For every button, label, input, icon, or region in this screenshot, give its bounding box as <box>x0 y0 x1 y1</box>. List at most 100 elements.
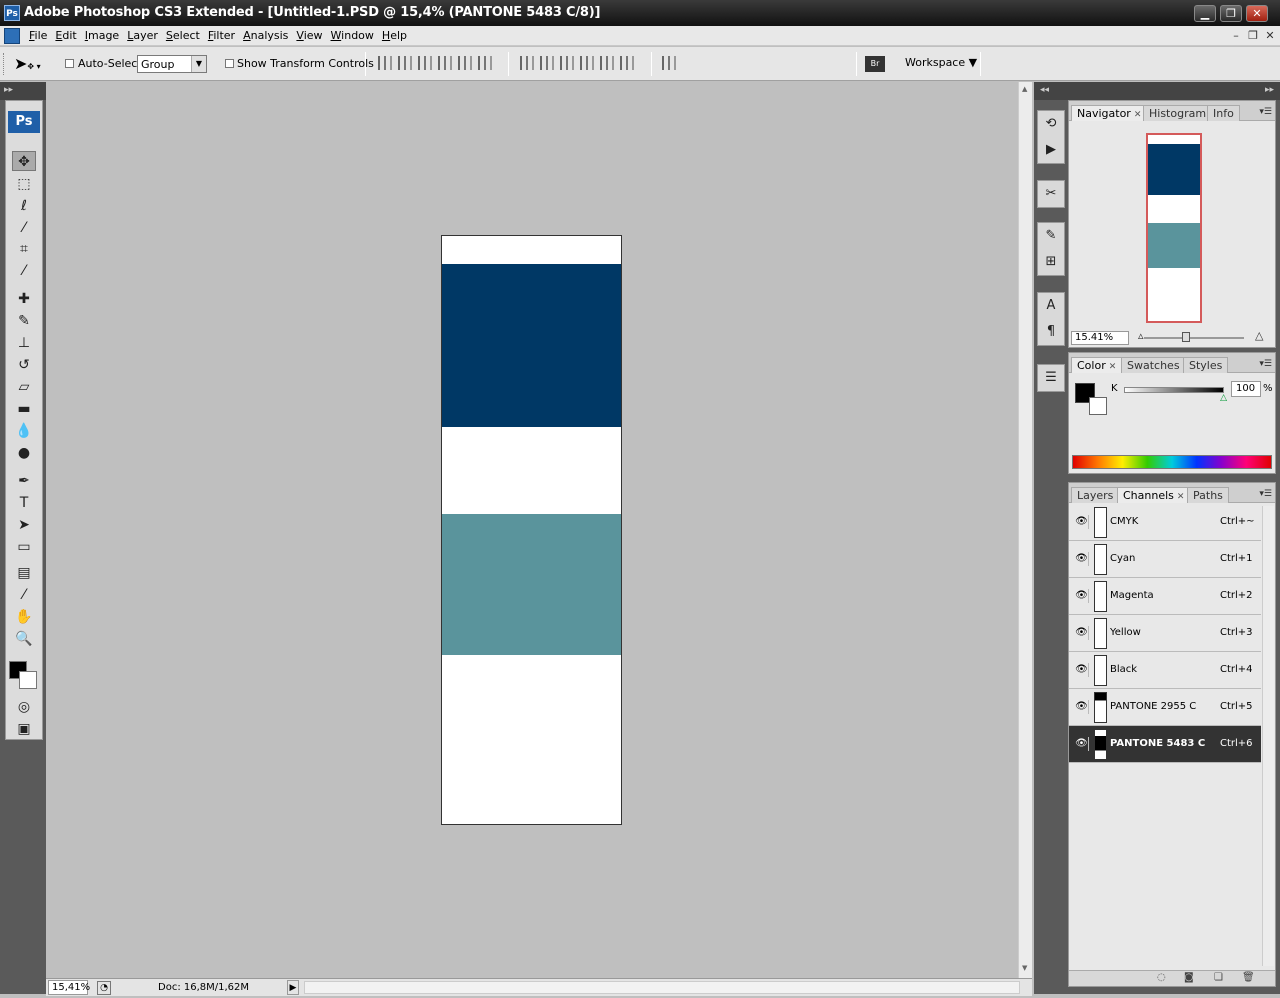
options-grip[interactable] <box>3 53 7 75</box>
character-icon[interactable]: A <box>1038 293 1064 319</box>
menu-select[interactable]: Select <box>162 29 204 42</box>
distribute-left-icon[interactable] <box>580 56 594 70</box>
tab-paths[interactable]: Paths <box>1187 487 1229 503</box>
dock-header[interactable]: ▸▸ <box>1066 82 1280 100</box>
navigator-zoom-field[interactable]: 15.41% <box>1071 331 1129 345</box>
healing-brush-tool-icon[interactable]: ✚ <box>12 289 36 309</box>
workspace-button[interactable]: Workspace ▼ <box>905 56 977 69</box>
screen-mode-icon[interactable]: ▣ <box>12 719 36 739</box>
menu-window[interactable]: Window <box>327 29 378 42</box>
quick-mask-icon[interactable]: ◎ <box>12 697 36 717</box>
history-icon[interactable]: ⟲ <box>1038 111 1064 137</box>
panel-menu-icon[interactable]: ▾☰ <box>1259 107 1272 117</box>
eye-icon[interactable]: 👁 <box>1075 589 1089 603</box>
save-selection-icon[interactable]: ◙ <box>1184 972 1194 983</box>
slider-marker-icon[interactable]: △ <box>1220 393 1227 403</box>
menu-analysis[interactable]: Analysis <box>239 29 292 42</box>
status-menu-arrow-icon[interactable]: ▶ <box>287 980 299 995</box>
menu-layer[interactable]: Layer <box>123 29 162 42</box>
channel-row[interactable]: 👁 PANTONE 5483 C Ctrl+6 <box>1069 726 1261 763</box>
hand-tool-icon[interactable]: ✋ <box>12 607 36 627</box>
tab-info[interactable]: Info <box>1207 105 1240 121</box>
k-value-field[interactable]: 100 <box>1231 381 1261 397</box>
gradient-tool-icon[interactable]: ▬ <box>12 399 36 419</box>
zoom-out-icon[interactable]: ▵ <box>1138 329 1144 342</box>
notes-tool-icon[interactable]: ▤ <box>12 563 36 583</box>
dodge-tool-icon[interactable]: ● <box>12 443 36 463</box>
tab-histogram[interactable]: Histogram <box>1143 105 1213 121</box>
auto-select-checkbox[interactable] <box>65 59 74 68</box>
navigator-preview[interactable] <box>1146 133 1202 323</box>
distribute-vcenter-icon[interactable] <box>540 56 554 70</box>
distribute-bottom-icon[interactable] <box>560 56 574 70</box>
align-vcenter-icon[interactable] <box>398 56 412 70</box>
photoshop-logo[interactable]: Ps <box>8 111 40 133</box>
vertical-scrollbar[interactable]: ▲ ▼ <box>1018 82 1032 978</box>
blur-tool-icon[interactable]: 💧 <box>12 421 36 441</box>
doc-close-icon[interactable]: ✕ <box>1262 29 1278 43</box>
eye-icon[interactable]: 👁 <box>1075 626 1089 640</box>
channel-row[interactable]: 👁 Yellow Ctrl+3 <box>1069 615 1261 652</box>
new-channel-icon[interactable]: ❏ <box>1214 972 1223 983</box>
menu-help[interactable]: Help <box>378 29 411 42</box>
move-tool-icon[interactable]: ✥ <box>12 151 36 171</box>
brushes-icon[interactable]: ✎ <box>1038 223 1064 249</box>
color-ramp[interactable] <box>1072 455 1272 469</box>
channel-row[interactable]: 👁 Magenta Ctrl+2 <box>1069 578 1261 615</box>
eye-icon[interactable]: 👁 <box>1075 737 1089 751</box>
menu-image[interactable]: Image <box>81 29 123 42</box>
marquee-tool-icon[interactable]: ⬚ <box>12 174 36 194</box>
tab-color[interactable]: Color ✕ <box>1071 357 1123 373</box>
canvas-area[interactable] <box>46 82 1018 976</box>
status-menu-icon[interactable]: ◔ <box>97 981 111 995</box>
slider-knob[interactable] <box>1182 332 1190 342</box>
path-selection-tool-icon[interactable]: ➤ <box>12 515 36 535</box>
distribute-hcenter-icon[interactable] <box>600 56 614 70</box>
pen-tool-icon[interactable]: ✒ <box>12 471 36 491</box>
tab-channels[interactable]: Channels ✕ <box>1117 487 1191 503</box>
eye-icon[interactable]: 👁 <box>1075 552 1089 566</box>
auto-select-dropdown[interactable]: Group ▼ <box>137 55 207 73</box>
trash-icon[interactable]: 🗑 <box>1242 972 1255 983</box>
scroll-up-icon[interactable]: ▲ <box>1022 85 1027 93</box>
background-color-swatch[interactable] <box>19 671 37 689</box>
move-tool-preset-icon[interactable]: ➤✥ ▾ <box>14 54 41 73</box>
tool-presets-icon[interactable]: ✂ <box>1038 181 1064 207</box>
align-hcenter-icon[interactable] <box>458 56 472 70</box>
tab-swatches[interactable]: Swatches <box>1121 357 1186 373</box>
tab-navigator[interactable]: Navigator ✕ <box>1071 105 1148 121</box>
align-right-icon[interactable] <box>478 56 492 70</box>
distribute-right-icon[interactable] <box>620 56 634 70</box>
layer-comps-icon[interactable]: ☰ <box>1038 365 1064 391</box>
restore-button[interactable]: ❐ <box>1220 5 1242 22</box>
zoom-in-icon[interactable]: △ <box>1255 329 1263 342</box>
scroll-down-icon[interactable]: ▼ <box>1022 964 1027 972</box>
doc-restore-icon[interactable]: ❐ <box>1245 29 1261 43</box>
toolbox-header[interactable]: ▸▸ <box>0 82 46 100</box>
tab-styles[interactable]: Styles <box>1183 357 1229 373</box>
close-button[interactable]: ✕ <box>1246 5 1268 22</box>
auto-align-layers-icon[interactable] <box>662 56 676 70</box>
lasso-tool-icon[interactable]: ℓ <box>12 196 36 216</box>
align-bottom-icon[interactable] <box>418 56 432 70</box>
eraser-tool-icon[interactable]: ▱ <box>12 377 36 397</box>
brush-tool-icon[interactable]: ✎ <box>12 311 36 331</box>
horizontal-scrollbar[interactable] <box>304 981 1020 994</box>
bridge-icon[interactable]: Br <box>865 56 885 72</box>
eye-icon[interactable]: 👁 <box>1075 663 1089 677</box>
minimize-button[interactable]: ▁ <box>1194 5 1216 22</box>
paragraph-icon[interactable]: ¶ <box>1038 319 1064 345</box>
menu-file[interactable]: File <box>25 29 51 42</box>
channel-row[interactable]: 👁 CMYK Ctrl+~ <box>1069 504 1261 541</box>
menu-edit[interactable]: Edit <box>51 29 80 42</box>
background-color-swatch[interactable] <box>1089 397 1107 415</box>
menu-filter[interactable]: Filter <box>204 29 239 42</box>
align-left-icon[interactable] <box>438 56 452 70</box>
doc-minimize-icon[interactable]: – <box>1228 29 1244 43</box>
k-channel-slider[interactable]: △ <box>1124 387 1227 403</box>
panel-menu-icon[interactable]: ▾☰ <box>1259 489 1272 499</box>
channels-scrollbar[interactable] <box>1262 506 1274 966</box>
distribute-top-icon[interactable] <box>520 56 534 70</box>
history-brush-tool-icon[interactable]: ↺ <box>12 355 36 375</box>
eye-icon[interactable]: 👁 <box>1075 700 1089 714</box>
